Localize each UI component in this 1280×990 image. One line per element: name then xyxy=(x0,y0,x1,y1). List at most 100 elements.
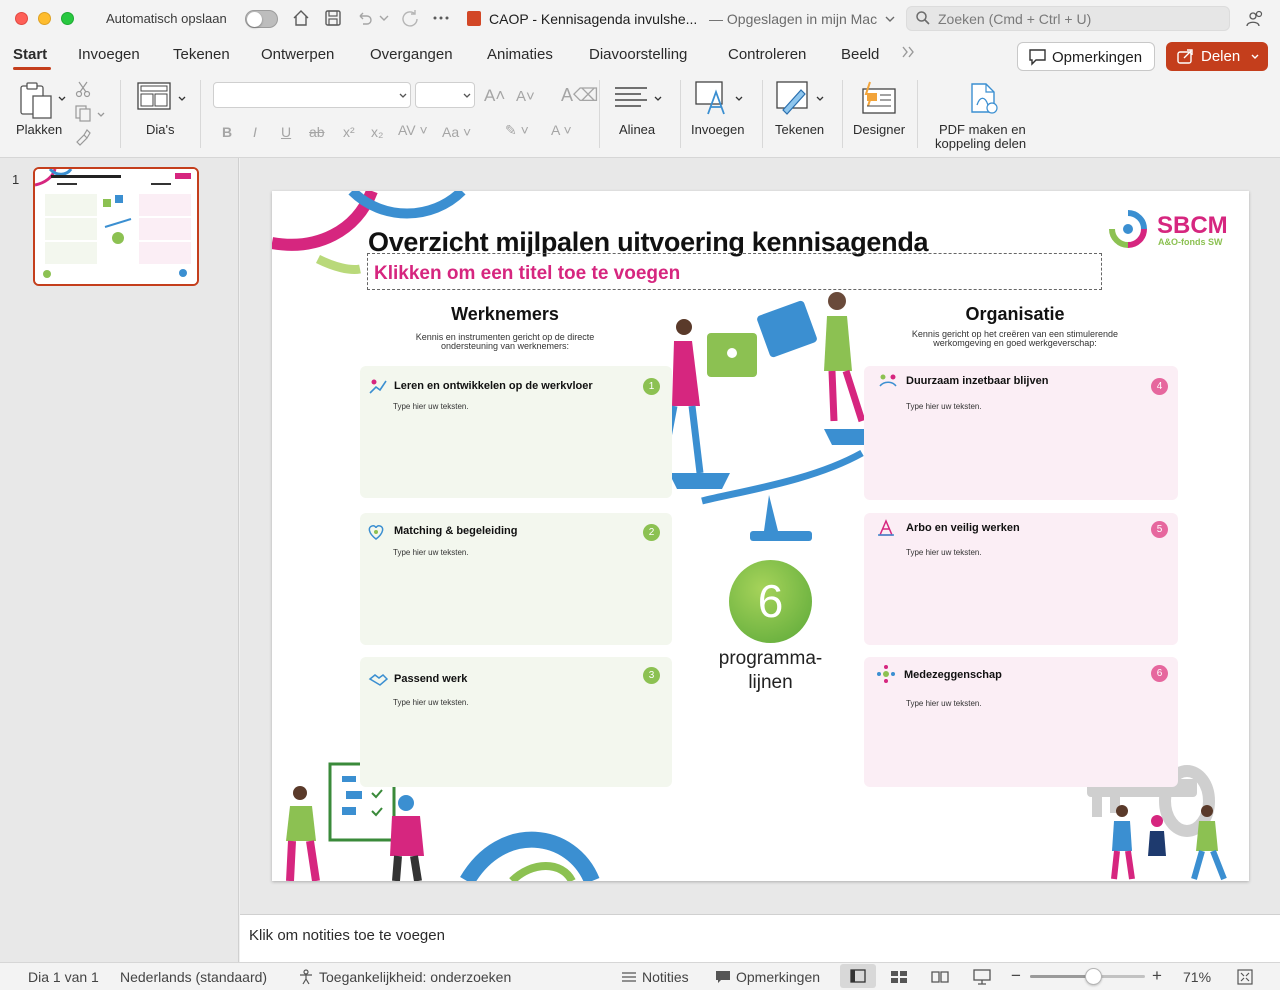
close-window-button[interactable] xyxy=(15,12,28,25)
chevron-down-icon[interactable] xyxy=(96,110,106,120)
tab-start[interactable]: Start xyxy=(13,46,47,63)
undo-dropdown-icon[interactable] xyxy=(378,8,390,28)
normal-view-button[interactable] xyxy=(840,964,876,988)
copy-icon[interactable] xyxy=(74,104,92,122)
format-painter-icon[interactable] xyxy=(74,128,92,146)
notes-pane[interactable]: Klik om notities toe te voegen xyxy=(240,914,1280,962)
subscript-icon[interactable]: x₂ xyxy=(371,124,383,140)
font-color-icon[interactable]: A ˅ xyxy=(551,122,572,138)
slide-sorter-icon[interactable] xyxy=(890,970,908,984)
program-lines-label-line1: programma- xyxy=(718,648,823,669)
italic-icon[interactable]: I xyxy=(253,124,257,140)
slideshow-icon[interactable] xyxy=(973,969,991,985)
minimize-window-button[interactable] xyxy=(38,12,51,25)
draw-icon[interactable] xyxy=(775,80,813,116)
character-spacing-icon[interactable]: AV ˅ xyxy=(398,122,428,138)
reading-view-icon[interactable] xyxy=(931,970,949,984)
slides-label: Dia's xyxy=(146,122,175,137)
comment-icon[interactable] xyxy=(715,970,731,984)
card-text: Type hier uw teksten. xyxy=(906,699,982,708)
paste-icon[interactable] xyxy=(17,80,57,120)
chevron-down-icon[interactable] xyxy=(734,94,744,104)
zoom-level[interactable]: 71% xyxy=(1183,969,1211,985)
zoom-slider-track[interactable] xyxy=(1030,968,1145,985)
chevron-down-icon[interactable] xyxy=(177,94,187,104)
card-3[interactable]: Passend werk Type hier uw teksten. 3 xyxy=(360,657,672,787)
separator xyxy=(120,80,121,148)
zoom-out-button[interactable]: − xyxy=(1011,966,1021,986)
scissors-icon[interactable] xyxy=(74,80,92,98)
comments-button-label: Opmerkingen xyxy=(1052,49,1143,66)
tab-animaties[interactable]: Animaties xyxy=(487,46,553,63)
zoom-slider-thumb[interactable] xyxy=(1085,968,1102,985)
accessibility-status[interactable]: Toegankelijkheid: onderzoeken xyxy=(319,969,511,985)
superscript-icon[interactable]: x² xyxy=(343,124,355,140)
zoom-in-button[interactable]: + xyxy=(1152,966,1162,986)
more-icon[interactable] xyxy=(431,8,451,28)
program-lines-count: 6 xyxy=(729,560,812,643)
insert-textbox-icon[interactable] xyxy=(694,80,730,116)
comments-toggle[interactable]: Opmerkingen xyxy=(736,969,820,985)
home-icon[interactable] xyxy=(291,8,311,28)
card-6[interactable]: Medezeggenschap Type hier uw teksten. 6 xyxy=(864,657,1178,787)
card-title: Passend werk xyxy=(394,673,468,685)
tab-invoegen[interactable]: Invoegen xyxy=(78,46,140,63)
undo-icon[interactable] xyxy=(355,8,375,28)
card-4[interactable]: Duurzaam inzetbaar blijven Type hier uw … xyxy=(864,366,1178,500)
decrease-font-icon[interactable]: A˅ xyxy=(516,88,535,105)
notes-toggle[interactable]: Notities xyxy=(642,969,689,985)
subtitle-placeholder[interactable]: Klikken om een titel toe te voegen xyxy=(367,253,1102,290)
highlight-icon[interactable]: ✎ ˅ xyxy=(505,122,529,139)
more-tabs-icon[interactable] xyxy=(900,44,916,60)
card-title: Medezeggenschap xyxy=(904,669,1002,681)
share-people-icon[interactable] xyxy=(1245,9,1265,29)
tab-ontwerpen[interactable]: Ontwerpen xyxy=(261,46,334,63)
search-icon xyxy=(916,11,930,25)
separator xyxy=(917,80,918,148)
chevron-down-icon[interactable] xyxy=(815,94,825,104)
chevron-down-icon[interactable] xyxy=(884,13,896,25)
chevron-down-icon xyxy=(1251,54,1259,59)
card-1[interactable]: Leren en ontwikkelen op de werkvloer Typ… xyxy=(360,366,672,498)
language-indicator[interactable]: Nederlands (standaard) xyxy=(120,969,267,985)
change-case-icon[interactable]: Aa ˅ xyxy=(442,124,471,140)
underline-icon[interactable]: U xyxy=(281,124,291,140)
left-column-desc-line2: ondersteuning van werknemers: xyxy=(440,341,570,351)
paragraph-icon[interactable] xyxy=(613,84,649,112)
autosave-toggle[interactable] xyxy=(245,10,278,28)
strikethrough-icon[interactable]: ab xyxy=(309,124,325,140)
increase-font-icon[interactable]: A˄ xyxy=(484,86,505,106)
chevron-down-icon[interactable] xyxy=(653,94,663,104)
comment-icon xyxy=(1029,49,1046,66)
comments-button[interactable]: Opmerkingen xyxy=(1017,42,1155,71)
tab-controleren[interactable]: Controleren xyxy=(728,46,806,63)
slide-thumbnail[interactable] xyxy=(33,167,199,286)
slide[interactable]: SBCM A&O-fonds SW Overzicht mijlpalen ui… xyxy=(272,191,1249,881)
slide-layout-icon[interactable] xyxy=(137,82,171,110)
learning-icon xyxy=(369,379,387,394)
save-icon[interactable] xyxy=(323,8,343,28)
designer-icon[interactable] xyxy=(860,80,898,116)
separator xyxy=(842,80,843,148)
right-column-heading: Organisatie xyxy=(965,304,1065,324)
maximize-window-button[interactable] xyxy=(61,12,74,25)
share-button[interactable]: Delen xyxy=(1166,42,1268,71)
clear-formatting-icon[interactable]: A⌫ xyxy=(561,85,598,106)
document-save-status[interactable]: — Opgeslagen in mijn Mac xyxy=(709,11,877,27)
tab-diavoorstelling[interactable]: Diavoorstelling xyxy=(589,46,687,63)
redo-icon[interactable] xyxy=(400,8,420,28)
pdf-share-icon[interactable] xyxy=(966,82,1000,116)
font-name-select[interactable] xyxy=(213,82,411,108)
tab-beeld[interactable]: Beeld xyxy=(841,46,879,63)
fit-to-window-icon[interactable] xyxy=(1237,969,1253,985)
notes-icon[interactable] xyxy=(621,970,637,984)
font-size-select[interactable] xyxy=(415,82,475,108)
search-box[interactable]: Zoeken (Cmd + Ctrl + U) xyxy=(906,6,1230,31)
tab-tekenen[interactable]: Tekenen xyxy=(173,46,230,63)
card-2[interactable]: Matching & begeleiding Type hier uw teks… xyxy=(360,513,672,645)
chevron-down-icon[interactable] xyxy=(57,94,67,104)
card-5[interactable]: Arbo en veilig werken Type hier uw tekst… xyxy=(864,513,1178,645)
accessibility-icon[interactable] xyxy=(298,969,314,985)
bold-icon[interactable]: B xyxy=(222,124,232,140)
tab-overgangen[interactable]: Overgangen xyxy=(370,46,453,63)
